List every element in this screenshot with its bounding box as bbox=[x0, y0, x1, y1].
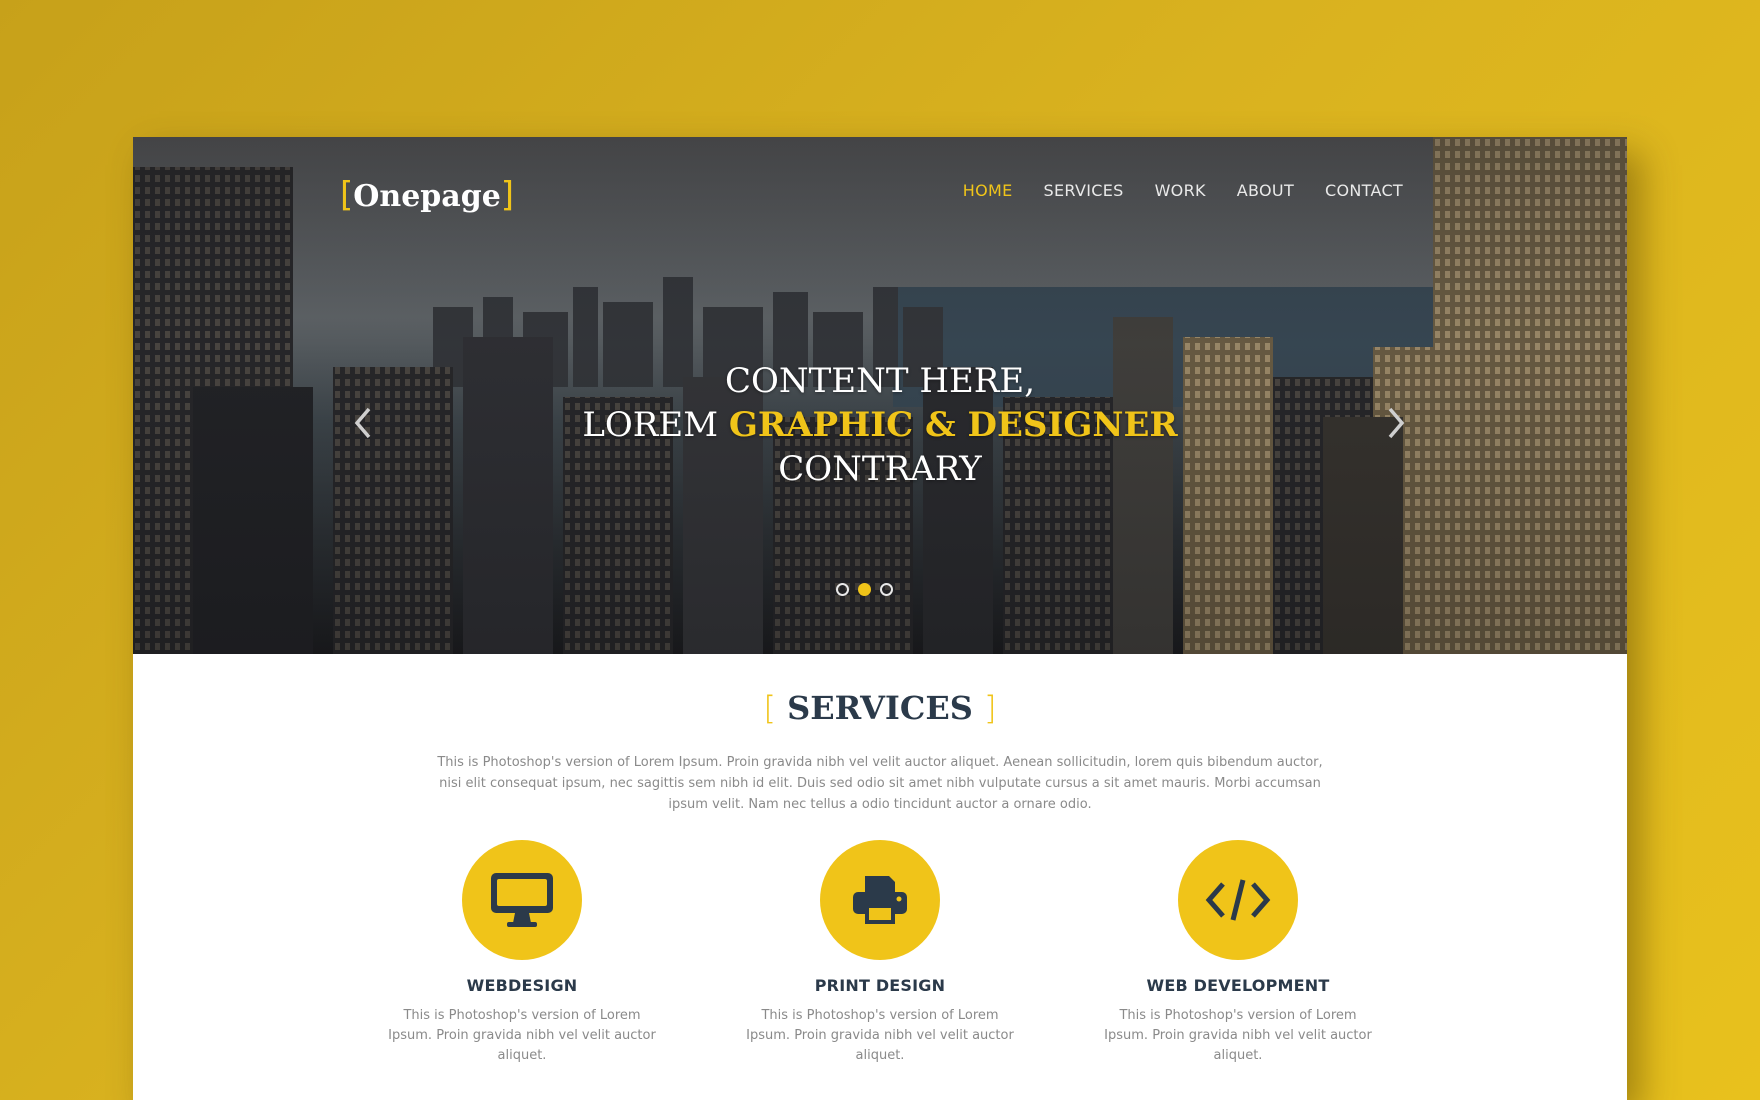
nav-item-services[interactable]: SERVICES bbox=[1044, 181, 1124, 201]
hero-line-3: CONTRARY bbox=[778, 449, 982, 489]
logo-text: Onepage bbox=[353, 179, 501, 214]
service-title: PRINT DESIGN bbox=[814, 976, 946, 995]
service-icon-circle bbox=[820, 840, 940, 960]
service-title: WEBDESIGN bbox=[466, 976, 578, 995]
services-bracket-open: [ bbox=[763, 689, 776, 727]
hero-line-2: LOREM GRAPHIC & DESIGNER bbox=[480, 403, 1280, 447]
hero-headline: CONTENT HERE, LOREM GRAPHIC & DESIGNER C… bbox=[480, 359, 1280, 491]
main-nav: HOME SERVICES WORK ABOUT CONTACT bbox=[963, 181, 1403, 201]
slider-dot-1[interactable] bbox=[836, 583, 849, 596]
slider-dot-2[interactable] bbox=[858, 583, 871, 596]
slider-next-button[interactable] bbox=[1381, 403, 1411, 443]
services-intro: This is Photoshop's version of Lorem Ips… bbox=[437, 755, 1323, 812]
monitor-icon bbox=[491, 873, 553, 927]
logo-bracket-open: [ bbox=[340, 175, 354, 215]
slider-dot-3[interactable] bbox=[880, 583, 893, 596]
website-mockup: [Onepage] HOME SERVICES WORK ABOUT CONTA… bbox=[133, 137, 1627, 1100]
nav-item-work[interactable]: WORK bbox=[1155, 181, 1206, 201]
service-description: This is Photoshop's version of Lorem Ips… bbox=[388, 1008, 656, 1063]
service-description: This is Photoshop's version of Lorem Ips… bbox=[1104, 1008, 1372, 1063]
service-card-print-design: PRINT DESIGN This is Photoshop's version… bbox=[730, 840, 1030, 1066]
service-icon-circle bbox=[1178, 840, 1298, 960]
hero-line-2-plain: LOREM bbox=[582, 405, 729, 445]
hero-line-2-highlight: GRAPHIC & DESIGNER bbox=[728, 405, 1178, 445]
service-card-webdesign: WEBDESIGN This is Photoshop's version of… bbox=[372, 840, 672, 1066]
slider-pagination bbox=[836, 583, 893, 596]
code-icon bbox=[1205, 879, 1271, 921]
services-bracket-close: ] bbox=[984, 689, 997, 727]
service-description: This is Photoshop's version of Lorem Ips… bbox=[746, 1008, 1014, 1063]
service-icon-circle bbox=[462, 840, 582, 960]
hero-slider: [Onepage] HOME SERVICES WORK ABOUT CONTA… bbox=[133, 137, 1627, 654]
nav-item-home[interactable]: HOME bbox=[963, 181, 1013, 201]
services-title-text: SERVICES bbox=[787, 689, 973, 727]
logo-bracket-close: ] bbox=[500, 175, 515, 215]
slider-prev-button[interactable] bbox=[348, 403, 378, 443]
nav-item-contact[interactable]: CONTACT bbox=[1325, 181, 1403, 201]
services-title: [ SERVICES ] bbox=[133, 686, 1627, 730]
nav-item-about[interactable]: ABOUT bbox=[1237, 181, 1294, 201]
logo[interactable]: [Onepage] bbox=[340, 173, 514, 217]
service-title: WEB DEVELOPMENT bbox=[1146, 976, 1330, 995]
service-card-web-development: WEB DEVELOPMENT This is Photoshop's vers… bbox=[1088, 840, 1388, 1066]
printer-icon bbox=[853, 876, 907, 924]
chevron-right-icon bbox=[1388, 407, 1405, 439]
chevron-left-icon bbox=[354, 407, 371, 439]
hero-line-1: CONTENT HERE, bbox=[724, 361, 1036, 401]
